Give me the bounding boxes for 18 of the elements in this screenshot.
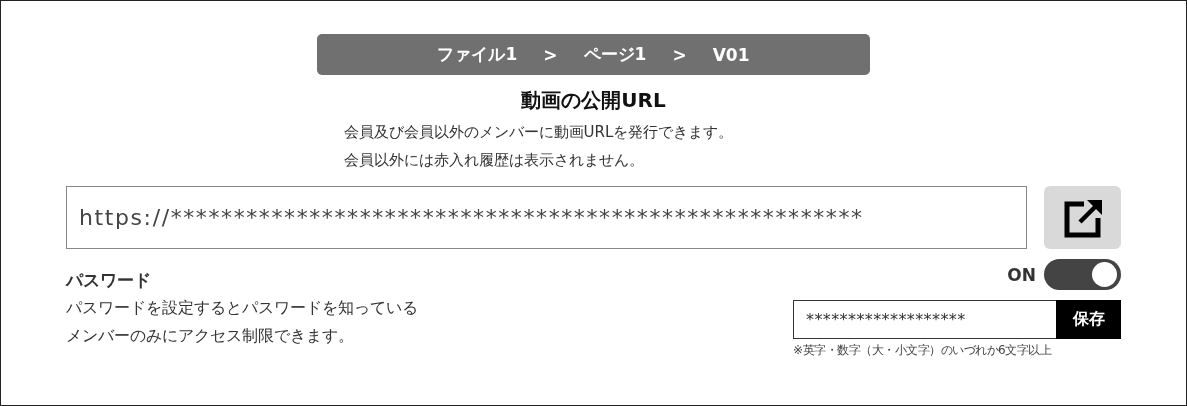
password-description: パスワードを設定するとパスワードを知っている [66, 297, 418, 319]
save-button[interactable]: 保存 [1056, 300, 1121, 339]
password-label: パスワード [66, 269, 152, 292]
separator: > [672, 44, 687, 65]
breadcrumb-item: ページ1 [583, 43, 647, 66]
password-field[interactable]: ******************* [793, 300, 1056, 339]
url-field[interactable]: https://******************************************************* [66, 186, 1027, 249]
description: 会員及び会員以外のメンバーに動画URLを発行できます。 [343, 122, 735, 143]
password-hint: ※英字・数字（大・小文字）のいづれか6文字以上 [793, 342, 1052, 359]
breadcrumb-item: ファイル1 [437, 43, 518, 66]
open-external-button[interactable] [1044, 186, 1121, 249]
title: 動画の公開URL [521, 87, 666, 114]
separator: > [543, 44, 558, 65]
description: 会員以外には赤入れ履歴は表示されません。 [343, 150, 645, 171]
breadcrumb-item: V01 [712, 44, 750, 65]
toggle-label: ON [1007, 264, 1036, 285]
password-description: メンバーのみにアクセス制限できます。 [66, 325, 355, 347]
password-toggle[interactable] [1044, 259, 1121, 290]
